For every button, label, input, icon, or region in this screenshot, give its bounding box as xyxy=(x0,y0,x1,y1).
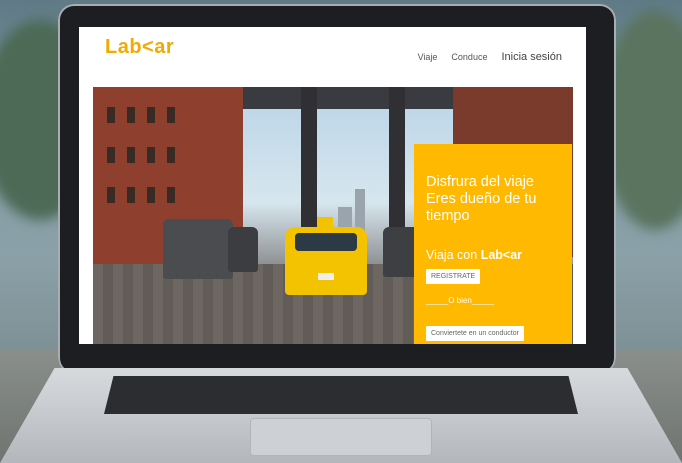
bridge-deck xyxy=(243,87,453,109)
travel-prefix: Viaja con xyxy=(426,248,478,262)
hero-yellow-panel: Disfrura del viaje Eres dueño de tu tiem… xyxy=(414,144,572,344)
laptop-screen: Lab<ar Viaje Conduce Inicia sesión Disfr… xyxy=(79,27,586,344)
hero-travel-line: Viaja con Lab<ar xyxy=(426,248,522,262)
register-button[interactable]: REGISTRATE xyxy=(426,269,481,284)
site-nav: Viaje Conduce Inicia sesión xyxy=(418,51,562,63)
bridge-pier-right xyxy=(389,87,405,232)
nav-trip-link[interactable]: Viaje xyxy=(418,52,438,62)
parked-car xyxy=(228,227,258,272)
or-divider: _____O bien_____ xyxy=(426,296,495,305)
laptop-keyboard xyxy=(104,376,578,414)
parked-car xyxy=(163,219,233,279)
bridge-pier-left xyxy=(301,87,317,232)
hero-tagline: Disfrura del viaje Eres dueño de tu tiem… xyxy=(426,174,537,224)
travel-brand: Lab<ar xyxy=(480,248,523,262)
nav-login-link[interactable]: Inicia sesión xyxy=(501,51,562,63)
yellow-taxi xyxy=(285,217,367,295)
laptop-trackpad xyxy=(250,418,432,456)
become-driver-button[interactable]: Conviertete en un conductor xyxy=(426,326,524,341)
nav-driver-link[interactable]: Conduce xyxy=(451,52,487,62)
site-logo[interactable]: Lab<ar xyxy=(105,36,174,59)
